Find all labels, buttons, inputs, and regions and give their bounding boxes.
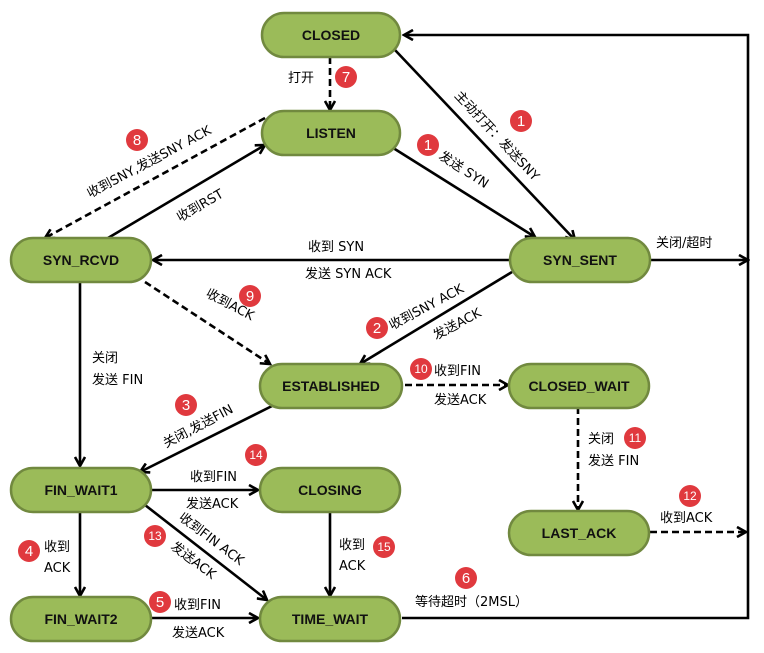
transition-label: 关闭/超时 [656,236,712,251]
transition-label: 关闭 [588,432,614,447]
transition-label-2: 发送ACK [434,392,487,408]
transition-label-2: 发送ACK [430,305,484,344]
badge-number: 4 [25,543,33,560]
badge-number: 1 [517,113,525,130]
state-label: SYN_SENT [543,252,617,268]
transition-label: 收到SNY,发送SNY ACK [84,122,214,201]
state-label: FIN_WAIT1 [44,482,117,498]
state-label: TIME_WAIT [292,611,369,627]
state-time-wait: TIME_WAIT [258,595,402,643]
state-closing: CLOSING [258,466,402,514]
transition-label: 收到FIN [174,598,221,613]
transition-5: 5 收到FIN 发送ACK [149,591,225,641]
transition-label-2: 发送 FIN [92,372,143,388]
transition-label-2: 发送ACK [172,625,225,641]
badge-number: 6 [462,570,470,587]
transition-label: 收到FIN [190,470,237,485]
transition-14: 14 收到FIN 发送ACK [186,444,267,512]
edge-synrcvd-listen [107,145,265,240]
state-fin-wait2: FIN_WAIT2 [9,595,153,643]
badge-number: 9 [246,288,254,305]
transition-label-2: ACK [44,561,71,576]
badge-number: 8 [133,132,141,149]
transition-2: 2 收到SNY ACK 发送ACK [366,281,484,344]
transition-10: 10 收到FIN 发送ACK [410,358,487,408]
state-last-ack: LAST_ACK [507,509,651,557]
transition-15: 收到 15 ACK [339,536,395,574]
state-label: CLOSED_WAIT [528,378,630,394]
state-label: CLOSING [298,482,362,498]
edge-listen-synrcvd [45,116,266,238]
state-label: CLOSED [302,27,360,43]
transition-8: 8 收到SNY,发送SNY ACK [84,122,214,201]
transition-close-timeout: 关闭/超时 [656,236,712,251]
transition-label: 打开 [288,71,314,86]
state-label: LAST_ACK [542,525,617,541]
state-label: SYN_RCVD [43,252,119,268]
badge-number: 1 [424,137,432,154]
transition-label: 收到ACK [660,511,713,526]
state-syn-rcvd: SYN_RCVD [9,236,153,284]
badge-number: 12 [683,489,697,503]
transition-close-send-fin: 关闭 发送 FIN [92,351,143,388]
edge-finwait1-timewait [144,503,267,600]
transition-label-2: ACK [339,559,366,574]
transition-label: 收到FIN [434,364,481,379]
transition-12: 12 收到ACK [660,485,713,526]
badge-number: 15 [377,540,391,554]
edge-synsent-established [360,270,513,364]
state-label: LISTEN [306,125,356,141]
state-syn-sent: SYN_SENT [508,236,652,284]
badge-number: 11 [629,431,642,445]
transition-9: 9 收到ACK [203,285,261,324]
transition-7: 打开 7 [288,66,357,88]
badge-number: 10 [414,362,428,376]
transition-label-2: 发送ACK [186,496,239,512]
tcp-state-diagram: CLOSED LISTEN SYN_RCVD SYN_SENT ESTABLIS… [9,11,764,643]
transition-4: 4 收到 ACK [18,540,71,576]
state-closed: CLOSED [260,11,402,59]
transition-label-2: 发送 FIN [588,453,639,469]
state-closed-wait: CLOSED_WAIT [507,362,651,410]
transition-6: 6 等待超时（2MSL） [415,567,528,610]
transition-label: 收到 [44,540,70,555]
state-label: ESTABLISHED [282,378,380,394]
badge-number: 13 [148,529,162,543]
state-fin-wait1: FIN_WAIT1 [9,466,153,514]
transition-1-send-syn: 1 发送 SYN [417,134,492,192]
transition-label: 等待超时（2MSL） [415,594,528,610]
transition-label: 关闭 [92,351,118,366]
badge-number: 3 [182,397,190,414]
state-listen: LISTEN [260,109,402,157]
badge-number: 14 [249,448,263,462]
badge-number: 5 [156,594,164,611]
transition-label: 发送 SYN [436,148,492,192]
transition-label-2: 发送 SYN ACK [305,266,392,282]
state-established: ESTABLISHED [258,362,404,410]
state-label: FIN_WAIT2 [44,611,117,627]
badge-number: 2 [373,320,381,337]
badge-number: 7 [342,69,350,86]
transition-label: 收到 [339,538,365,553]
transition-label: 收到 SYN [308,240,364,255]
transition-11: 关闭 11 发送 FIN [588,427,646,469]
